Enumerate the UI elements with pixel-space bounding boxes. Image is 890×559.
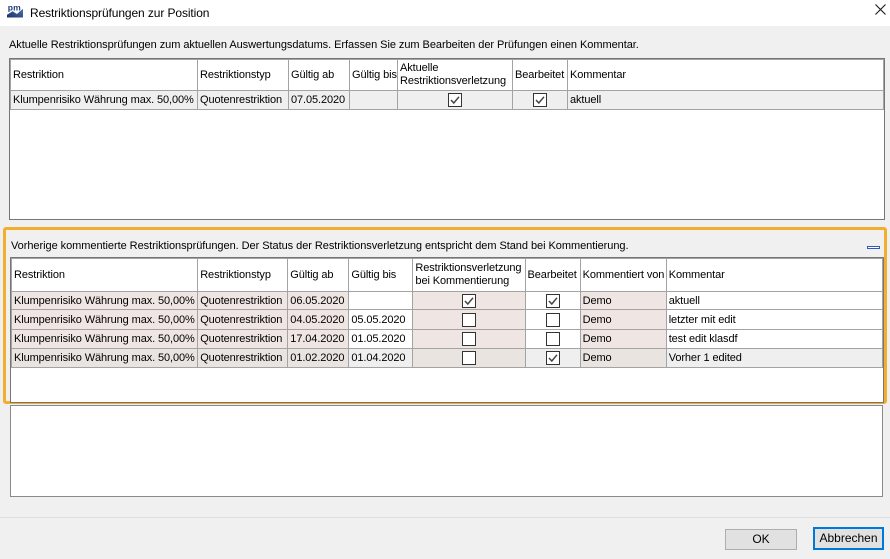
svg-text:pm: pm bbox=[8, 3, 21, 12]
